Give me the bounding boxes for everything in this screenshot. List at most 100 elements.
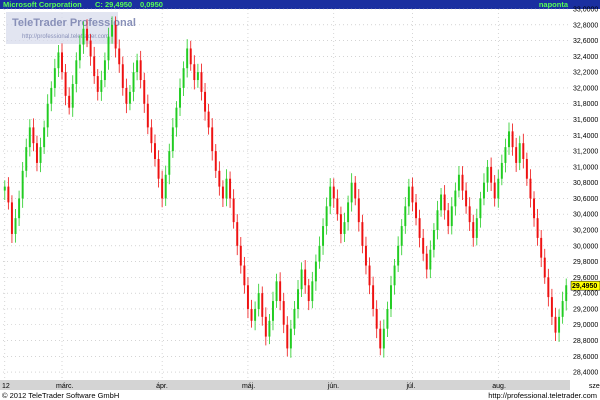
candle-body (93, 56, 96, 77)
candle-body (450, 206, 453, 227)
candle-body (53, 68, 56, 88)
candle-body (221, 186, 224, 199)
price-tick-label: 28,8000 (573, 338, 598, 345)
candle-body (125, 87, 128, 104)
candle-body (175, 107, 178, 128)
candle-body (118, 48, 121, 65)
candle-body (404, 206, 407, 227)
candle-body (204, 91, 207, 112)
candle-body (164, 174, 167, 199)
last-price-value: 29,4950 (572, 283, 597, 290)
candle-body (547, 277, 550, 298)
candle-body (182, 68, 185, 88)
candle-body (347, 202, 350, 223)
candle-body (372, 285, 375, 309)
price-tick-label: 32,0000 (573, 85, 598, 92)
candle-body (468, 206, 471, 223)
time-tick-label: aug. (492, 383, 506, 390)
candle-body (246, 285, 249, 309)
candle-body (50, 87, 53, 104)
candle-body (440, 194, 443, 211)
candle-body (343, 222, 346, 234)
candle-body (400, 226, 403, 246)
candle-body (61, 52, 63, 73)
candle-body (279, 281, 282, 302)
candle-body (379, 328, 382, 349)
candle-body (57, 52, 60, 69)
candle-body (554, 316, 557, 333)
candle-body (504, 147, 507, 163)
time-tick-label: jún. (327, 383, 339, 390)
candle-body (518, 143, 521, 163)
candle-body (275, 281, 278, 302)
candle-body (171, 127, 174, 152)
price-tick-label: 31,4000 (573, 133, 598, 140)
price-tick-label: 32,8000 (573, 22, 598, 29)
candle-body (297, 289, 299, 309)
candle-body (304, 269, 307, 286)
time-tick-label: márc. (56, 383, 74, 390)
price-tick-label: 31,6000 (573, 117, 598, 124)
candle-body (64, 72, 67, 96)
candle-body (407, 186, 410, 207)
time-tick-label: júl. (405, 383, 415, 390)
candle-body (25, 147, 28, 171)
candle-body (425, 253, 428, 270)
price-tick-label: 32,2000 (573, 70, 598, 77)
candle-body (282, 301, 285, 325)
candle-body (200, 72, 203, 92)
chart-background (0, 0, 600, 400)
candle-body (150, 127, 153, 144)
candle-body (257, 293, 260, 309)
candle-body (293, 308, 296, 329)
candle-body (196, 72, 199, 81)
candle-body (457, 174, 460, 191)
candle-body (261, 293, 264, 317)
candle-body (454, 190, 457, 207)
candle-body (132, 72, 135, 92)
candle-body (236, 222, 239, 246)
candle-body (39, 147, 42, 163)
candle-body (418, 218, 421, 238)
candle-body (86, 28, 89, 41)
candle-body (472, 222, 475, 238)
price-tick-label: 28,4000 (573, 370, 598, 377)
candle-body (307, 285, 310, 302)
candle-body (350, 182, 353, 203)
candle-body (422, 237, 425, 254)
candle-body (329, 186, 332, 207)
candle-body (461, 174, 464, 191)
candle-body (550, 297, 553, 317)
candle-body (250, 308, 253, 321)
candle-body (186, 48, 189, 69)
candle-body (561, 301, 564, 317)
candle-body (139, 60, 142, 81)
header-bar (0, 0, 600, 9)
candle-body (229, 178, 232, 199)
price-tick-label: 31,0000 (573, 164, 598, 171)
candle-body (536, 218, 539, 238)
candle-body (443, 194, 446, 211)
candle-body (411, 186, 414, 203)
candle-body (107, 36, 110, 61)
candle-body (390, 285, 392, 309)
candle-body (10, 202, 13, 234)
candle-body (21, 170, 24, 199)
candle-body (415, 202, 418, 219)
candle-body (543, 257, 546, 278)
candle-body (121, 64, 124, 88)
candle-body (286, 324, 289, 349)
price-tick-label: 30,8000 (573, 180, 598, 187)
candle-body (161, 178, 164, 199)
candle-body (254, 308, 257, 321)
candle-body (318, 245, 321, 262)
candle-body (322, 226, 325, 246)
time-tick-label: 12 (2, 383, 10, 390)
price-tick-label: 29,0000 (573, 322, 598, 329)
candle-body (146, 103, 149, 128)
candle-body (211, 127, 214, 152)
price-change: 0,0950 (140, 0, 163, 9)
candle-body (325, 206, 328, 227)
candle-body (436, 210, 439, 231)
price-tick-label: 30,2000 (573, 228, 598, 235)
